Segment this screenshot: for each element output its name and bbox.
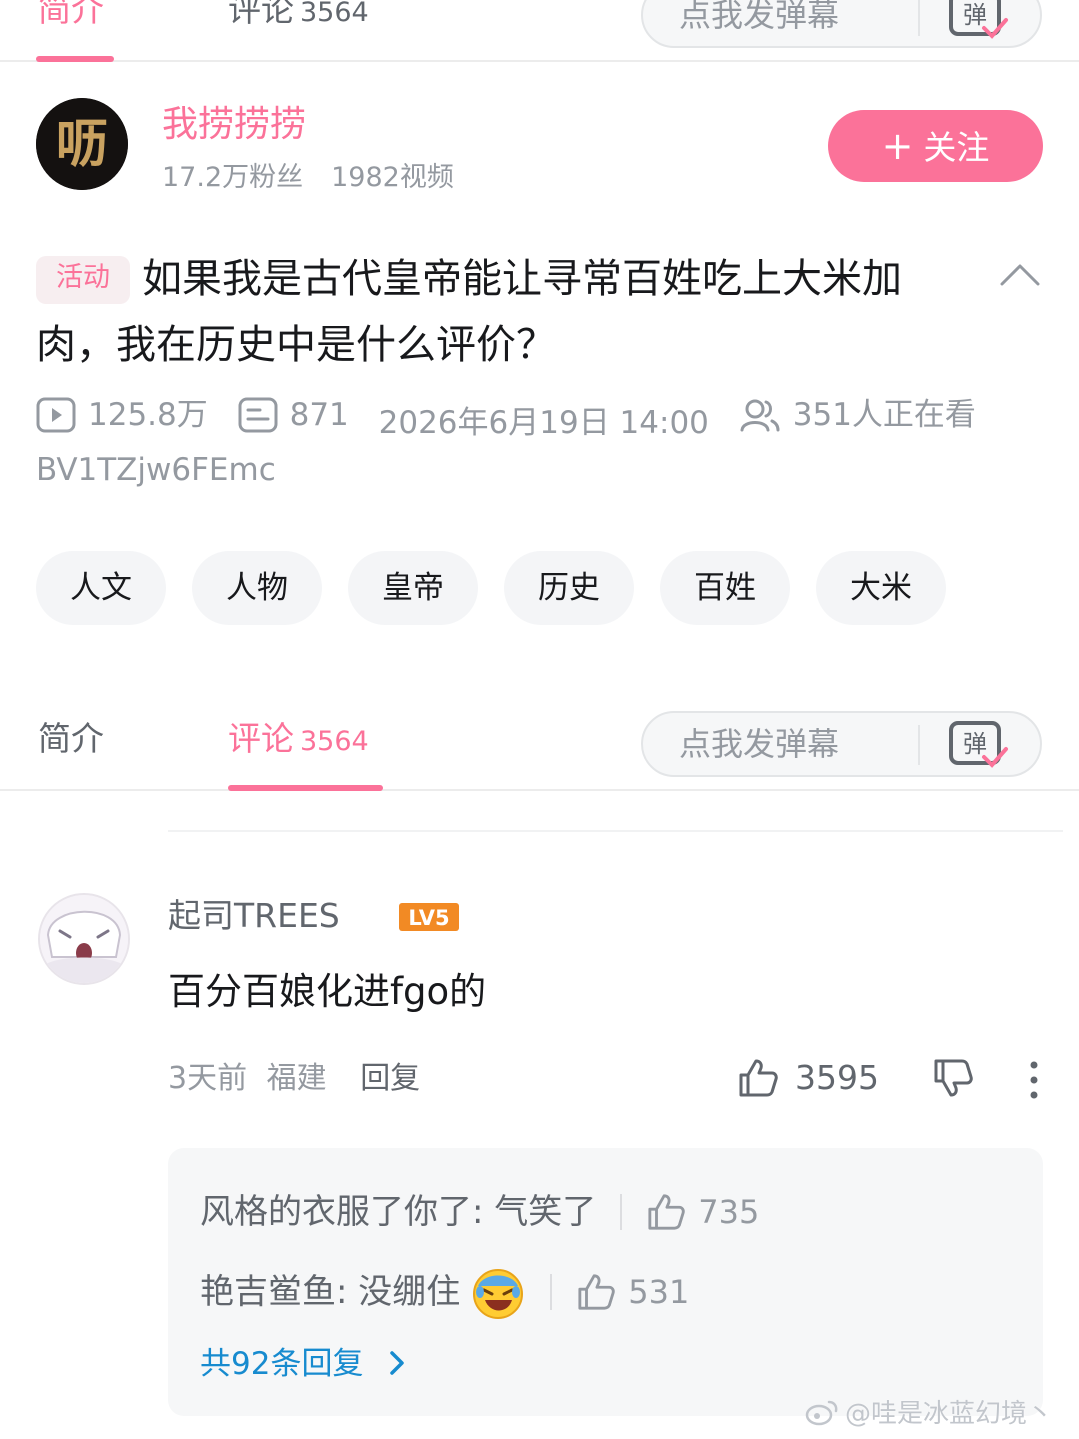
uploader-followers: 17.2万粉丝 bbox=[162, 162, 304, 193]
level-badge-icon: LV5 bbox=[399, 903, 459, 931]
video-title-text: 如果我是古代皇帝能让寻常百姓吃上大米加肉，我在历史中是什么评价？ bbox=[36, 256, 902, 368]
follow-button[interactable]: + 关注 bbox=[828, 110, 1043, 182]
viewers-icon bbox=[740, 399, 780, 432]
danmaku-toggle-icon[interactable]: 弹 bbox=[948, 719, 1010, 771]
event-badge[interactable]: 活动 bbox=[36, 256, 130, 304]
bvid[interactable]: BV1TZjw6FEmc bbox=[36, 450, 276, 490]
reply-item[interactable]: 风格的衣服了你了: 气笑了 735 bbox=[200, 1188, 759, 1236]
comment-location: 福建 bbox=[266, 1061, 327, 1096]
thumbs-up-icon bbox=[578, 1274, 616, 1310]
tab-intro-label: 简介 bbox=[38, 719, 104, 758]
reply-divider bbox=[550, 1274, 553, 1310]
view-all-replies-link[interactable]: 共92条回复 bbox=[200, 1342, 407, 1386]
tab-comments[interactable]: 评论 3564 bbox=[228, 0, 369, 33]
danmaku-count-icon bbox=[238, 397, 278, 433]
uploader-avatar-char: 呖 bbox=[56, 114, 108, 175]
tab-comments-label: 评论 bbox=[228, 719, 294, 758]
danmaku-input[interactable]: 点我发弹幕 弹 bbox=[641, 711, 1042, 777]
thumbs-up-icon bbox=[739, 1059, 778, 1097]
danmaku-placeholder: 点我发弹幕 bbox=[679, 725, 840, 763]
watermark: @哇是冰蓝幻境丶 bbox=[805, 1396, 1053, 1432]
plus-icon: + bbox=[881, 124, 914, 168]
video-meta: 125.8万 871 2026年6月19日 14:00 351人正在看 bbox=[36, 392, 996, 446]
reply-preview-box[interactable]: 风格的衣服了你了: 气笑了 735 艳吉鲎鱼: 没绷住 531 共92条回复 bbox=[168, 1148, 1043, 1416]
chevron-right-icon bbox=[390, 1351, 405, 1375]
tab-active-indicator bbox=[228, 785, 383, 791]
video-title: 活动 如果我是古代皇帝能让寻常百姓吃上大米加肉，我在历史中是什么评价？ bbox=[36, 246, 966, 378]
danmaku-count-value: 871 bbox=[289, 397, 349, 433]
watermark-text: @哇是冰蓝幻境丶 bbox=[845, 1399, 1054, 1429]
tab-intro[interactable]: 简介 bbox=[38, 719, 104, 759]
danmaku-input[interactable]: 点我发弹幕 弹 bbox=[641, 0, 1042, 48]
commenter-name[interactable]: 起司TREES bbox=[168, 894, 340, 938]
play-count-icon bbox=[36, 397, 76, 433]
comment-footer: 3天前 福建 回复 bbox=[168, 1058, 420, 1100]
danmaku-toggle-icon[interactable]: 弹 bbox=[948, 0, 1010, 42]
danmaku-icon-label: 弹 bbox=[963, 730, 987, 758]
watching-count-value: 351人正在看 bbox=[792, 397, 976, 433]
publish-date: 2026年6月19日 14:00 bbox=[378, 405, 709, 441]
reply-like-count: 735 bbox=[698, 1193, 760, 1231]
tag-chip[interactable]: 百姓 bbox=[660, 551, 790, 625]
reply-text: 艳吉鲎鱼: 没绷住 bbox=[200, 1272, 461, 1312]
tag-chip[interactable]: 历史 bbox=[504, 551, 634, 625]
comment-text: 百分百娘化进fgo的 bbox=[168, 970, 487, 1013]
uploader-stats: 17.2万粉丝 1982视频 bbox=[162, 160, 454, 196]
uploader-avatar-image: 呖 bbox=[36, 98, 128, 190]
danmaku-divider bbox=[918, 725, 920, 765]
view-all-replies-label: 共92条回复 bbox=[200, 1346, 364, 1382]
tab-intro-label: 简介 bbox=[38, 0, 104, 29]
uploader-avatar[interactable]: 呖 bbox=[36, 98, 128, 190]
watching-count: 351人正在看 bbox=[739, 392, 976, 438]
sticky-tab-bar: 简介 评论 3564 点我发弹幕 弹 bbox=[0, 711, 1079, 791]
commenter-avatar[interactable] bbox=[38, 893, 130, 985]
tag-chip[interactable]: 大米 bbox=[816, 551, 946, 625]
thumbs-down-icon[interactable] bbox=[932, 1057, 974, 1099]
commenter-avatar-image bbox=[40, 895, 128, 983]
danmaku-divider bbox=[918, 0, 920, 36]
tag-chip[interactable]: 人文 bbox=[36, 551, 166, 625]
reply-like[interactable]: 735 bbox=[646, 1188, 759, 1236]
danmaku-icon-label: 弹 bbox=[963, 1, 987, 29]
chevron-up-icon[interactable] bbox=[998, 258, 1042, 288]
reply-like[interactable]: 531 bbox=[576, 1268, 689, 1316]
tab-comments-count: 3564 bbox=[300, 726, 369, 757]
tag-list: 人文 人物 皇帝 历史 百姓 大米 bbox=[36, 551, 946, 625]
danmaku-count: 871 bbox=[238, 392, 349, 438]
comment-time: 3天前 bbox=[168, 1061, 248, 1096]
top-tab-bar: 简介 评论 3564 点我发弹幕 弹 bbox=[0, 0, 1079, 62]
tag-chip[interactable]: 人物 bbox=[192, 551, 322, 625]
weibo-logo-icon bbox=[805, 1400, 838, 1426]
view-count: 125.8万 bbox=[36, 392, 208, 438]
tab-active-indicator bbox=[36, 56, 114, 62]
level-badge-text: LV5 bbox=[408, 906, 449, 930]
thumbs-up-icon bbox=[648, 1194, 686, 1230]
comment-like-button[interactable]: 3595 bbox=[737, 1056, 879, 1100]
tab-comments[interactable]: 评论 3564 bbox=[228, 719, 369, 762]
uploader-name[interactable]: 我捞捞捞 bbox=[162, 102, 306, 148]
comment-list-divider bbox=[168, 830, 1063, 832]
follow-label: 关注 bbox=[923, 128, 990, 167]
tab-comments-count: 3564 bbox=[300, 0, 369, 28]
more-options-icon[interactable] bbox=[1024, 1060, 1044, 1100]
comment-like-count: 3595 bbox=[795, 1058, 879, 1097]
tab-intro[interactable]: 简介 bbox=[38, 0, 104, 30]
tab-comments-label: 评论 bbox=[228, 0, 294, 29]
reply-divider bbox=[620, 1194, 623, 1230]
reply-button[interactable]: 回复 bbox=[360, 1061, 420, 1096]
uploader-videos: 1982视频 bbox=[331, 162, 454, 193]
tag-chip[interactable]: 皇帝 bbox=[348, 551, 478, 625]
reply-text: 风格的衣服了你了: 气笑了 bbox=[200, 1192, 597, 1232]
laughing-emoji-icon bbox=[473, 1269, 524, 1319]
reply-item[interactable]: 艳吉鲎鱼: 没绷住 531 bbox=[200, 1264, 689, 1320]
danmaku-placeholder: 点我发弹幕 bbox=[679, 0, 840, 34]
reply-like-count: 531 bbox=[628, 1273, 690, 1311]
view-count-value: 125.8万 bbox=[88, 397, 208, 433]
